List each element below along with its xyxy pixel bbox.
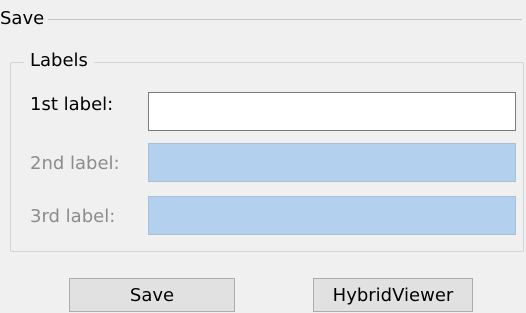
- first-label-input[interactable]: [148, 92, 516, 131]
- hybrid-viewer-button[interactable]: HybridViewer: [313, 278, 473, 312]
- third-label-input[interactable]: [148, 196, 516, 235]
- save-group-border: [44, 19, 522, 20]
- save-group-title: Save: [0, 8, 49, 30]
- labels-group-title: Labels: [24, 50, 94, 72]
- second-label-input[interactable]: [148, 143, 516, 182]
- save-panel: Save Labels 1st label: 2nd label: 3rd la…: [0, 0, 526, 313]
- save-button[interactable]: Save: [69, 278, 235, 312]
- second-label-caption: 2nd label:: [30, 153, 120, 174]
- third-label-caption: 3rd label:: [30, 206, 116, 227]
- first-label-caption: 1st label:: [30, 94, 114, 115]
